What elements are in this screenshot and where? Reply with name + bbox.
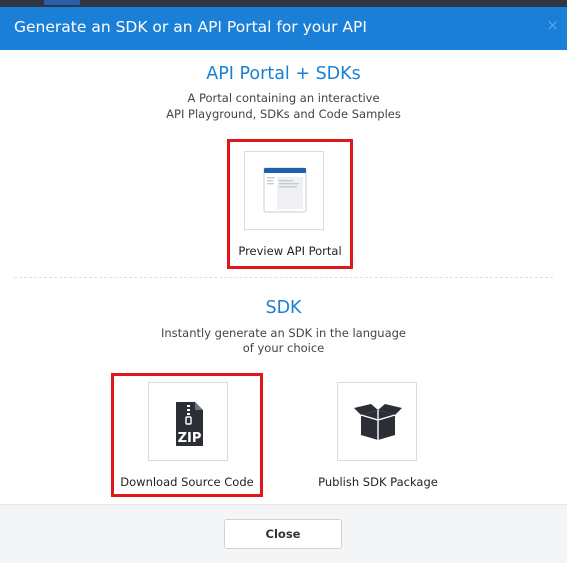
sdk-section-description-line1: Instantly generate an SDK in the languag…	[161, 326, 406, 340]
preview-api-portal-button[interactable]: Preview API Portal	[233, 145, 347, 263]
zip-icon-text: ZIP	[178, 431, 202, 446]
publish-sdk-package-button[interactable]: Publish SDK Package	[310, 379, 446, 491]
portal-card-icon-box	[244, 151, 324, 230]
generate-sdk-dialog: Generate an SDK or an API Portal for you…	[0, 7, 567, 563]
section-divider	[14, 277, 553, 278]
preview-api-portal-label: Preview API Portal	[238, 244, 342, 258]
background-app-strip	[0, 0, 567, 7]
package-box-icon	[354, 404, 402, 440]
download-source-code-label: Download Source Code	[120, 475, 254, 489]
portal-section-title: API Portal + SDKs	[206, 64, 361, 84]
download-card-icon-box: ZIP	[148, 382, 228, 461]
dialog-title: Generate an SDK or an API Portal for you…	[14, 18, 367, 36]
portal-preview-icon	[263, 167, 307, 213]
publish-sdk-package-label: Publish SDK Package	[318, 475, 438, 489]
sdk-section-description-line2: of your choice	[242, 341, 325, 355]
portal-section-description-line1: A Portal containing an interactive	[187, 91, 380, 105]
dialog-footer: Close	[0, 504, 567, 563]
dialog-header: Generate an SDK or an API Portal for you…	[0, 7, 567, 50]
background-app-element	[44, 0, 80, 5]
zip-file-icon: ZIP	[176, 402, 203, 446]
close-button[interactable]: Close	[224, 519, 342, 549]
close-icon[interactable]: ×	[546, 18, 559, 33]
portal-section-description-line2: API Playground, SDKs and Code Samples	[166, 107, 401, 121]
download-source-code-button[interactable]: ZIP Download Source Code	[117, 379, 257, 491]
publish-card-icon-box	[337, 382, 417, 461]
sdk-section-title: SDK	[265, 298, 302, 318]
